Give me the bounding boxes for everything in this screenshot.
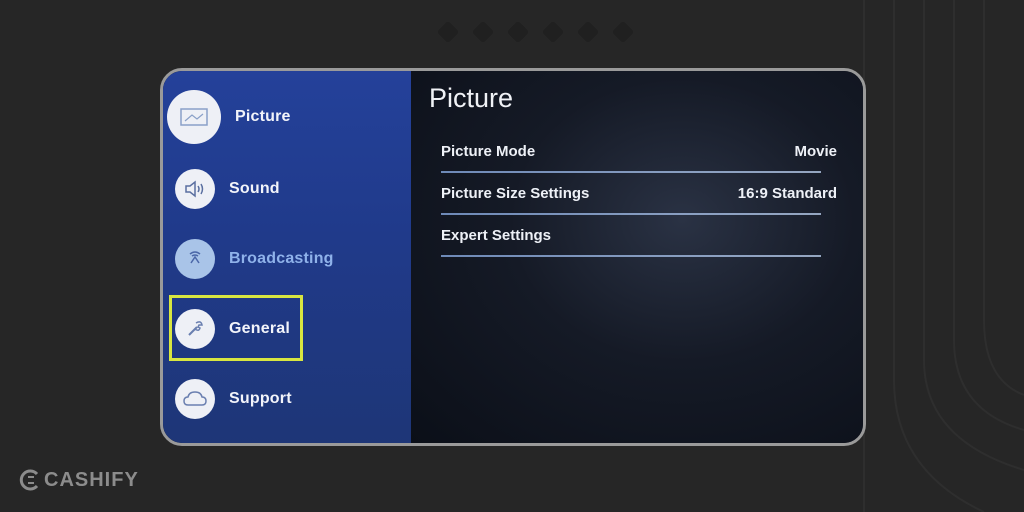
row-label: Picture Size Settings (441, 185, 590, 202)
row-value: 16:9 Standard (737, 185, 837, 202)
cashify-logo: CASHIFY (18, 468, 139, 492)
picture-size-settings-row[interactable]: Picture Size Settings 16:9 Standard (441, 175, 837, 215)
sidebar-item-label: Picture (235, 108, 291, 125)
tv-screen: Picture Sound Broadcasting General Suppo… (160, 68, 866, 446)
sidebar-item-sound[interactable]: Sound (167, 159, 407, 219)
decorative-dots (436, 20, 635, 44)
expert-settings-row[interactable]: Expert Settings (441, 217, 837, 257)
settings-sidebar: Picture Sound Broadcasting General Suppo… (163, 71, 411, 443)
row-divider (441, 171, 821, 173)
sidebar-item-broadcasting[interactable]: Broadcasting (167, 229, 407, 289)
sidebar-item-support[interactable]: Support (167, 369, 407, 429)
sidebar-item-label: Support (229, 390, 292, 407)
broadcast-icon (175, 239, 215, 279)
settings-content: Picture Picture Mode Movie Picture Size … (411, 71, 863, 443)
brand-name: CASHIFY (44, 468, 139, 491)
row-divider (441, 213, 821, 215)
row-divider (441, 255, 821, 257)
page-title: Picture (429, 83, 514, 113)
cashify-logo-icon (19, 469, 39, 491)
picture-mode-row[interactable]: Picture Mode Movie (441, 133, 837, 173)
sidebar-item-label: Broadcasting (229, 250, 334, 267)
sidebar-item-picture[interactable]: Picture (167, 87, 407, 147)
speaker-icon (175, 169, 215, 209)
row-label: Picture Mode (441, 143, 536, 160)
row-label: Expert Settings (441, 227, 552, 244)
selection-highlight (169, 295, 303, 361)
row-value: Movie (794, 143, 837, 160)
picture-icon (167, 90, 221, 144)
sidebar-item-label: Sound (229, 180, 280, 197)
cloud-help-icon (175, 379, 215, 419)
